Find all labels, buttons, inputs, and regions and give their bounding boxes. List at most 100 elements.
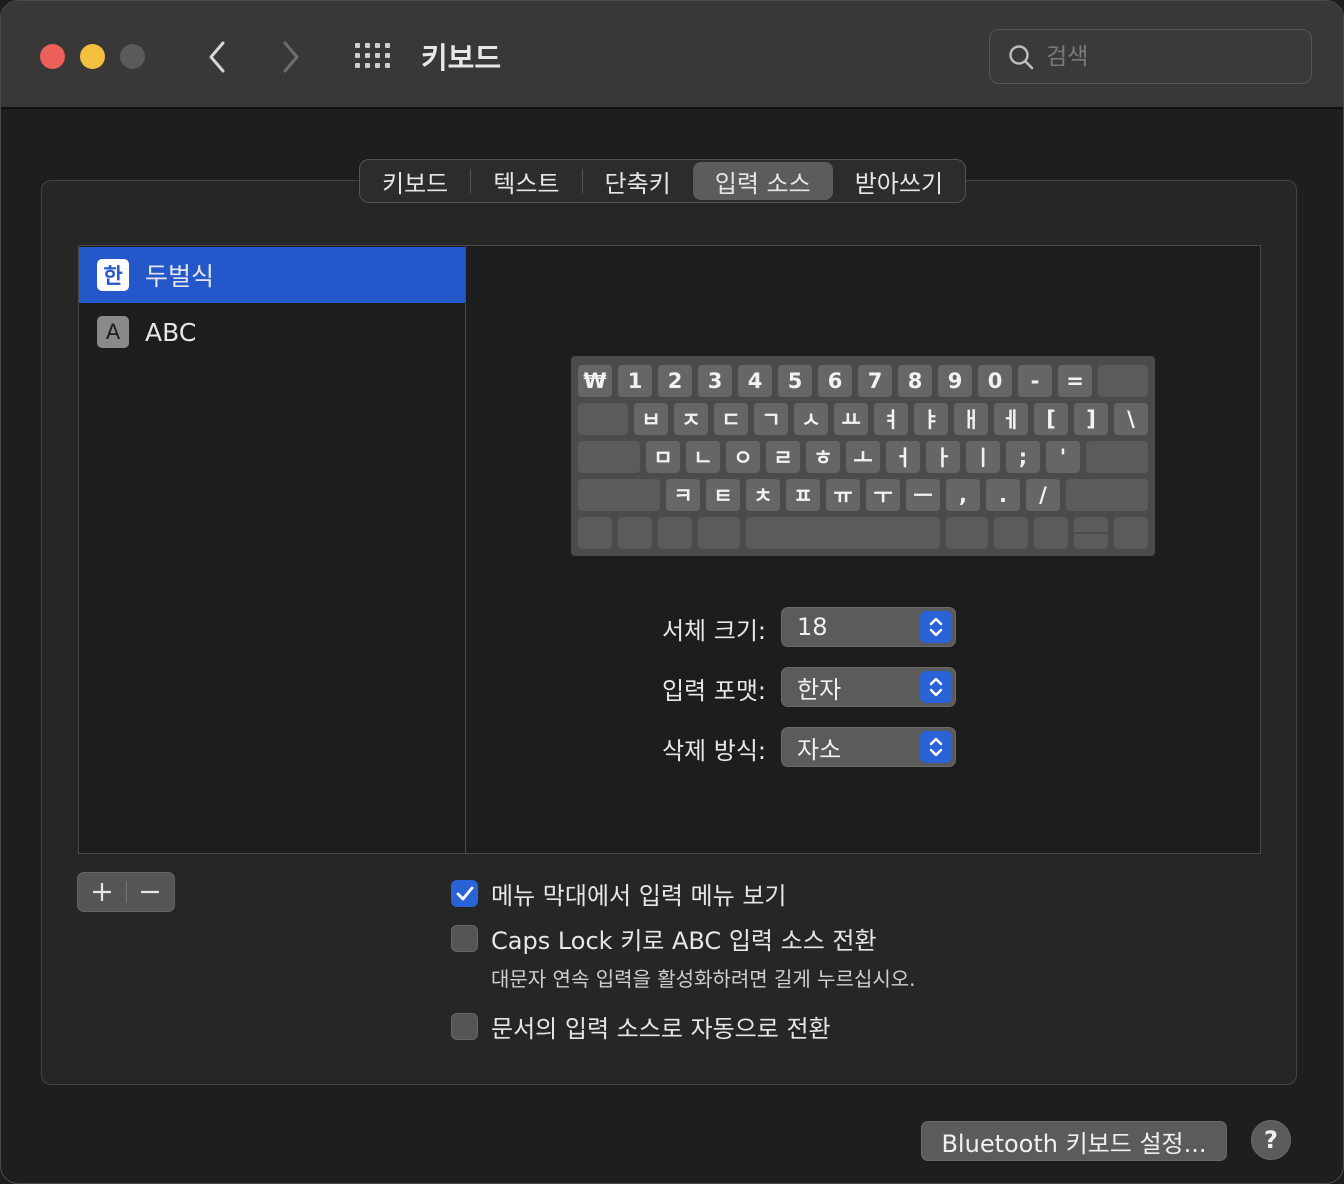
abc-source-icon: A — [97, 316, 129, 348]
tab-dictation[interactable]: 받아쓰기 — [833, 160, 965, 202]
back-button[interactable] — [197, 35, 237, 79]
caps-lock-switch-option[interactable]: Caps Lock 키로 ABC 입력 소스 전환 — [451, 921, 877, 956]
keyboard-key: ㅛ — [834, 403, 868, 435]
keyboard-key: / — [1026, 479, 1060, 511]
keyboard-key: ₩ — [578, 365, 612, 397]
keyboard-key — [1114, 517, 1148, 549]
keyboard-key: ㅌ — [706, 479, 740, 511]
tab-shortcuts[interactable]: 단축키 — [583, 160, 693, 202]
bluetooth-keyboard-setup-button[interactable]: Bluetooth 키보드 설정... — [921, 1121, 1227, 1161]
keyboard-key: ㅔ — [994, 403, 1028, 435]
keyboard-key: ㅜ — [866, 479, 900, 511]
arrow-key-divider — [1074, 532, 1108, 534]
help-button[interactable]: ? — [1251, 1120, 1291, 1160]
keyboard-key — [946, 517, 988, 549]
keyboard-key: 7 — [858, 365, 892, 397]
show-all-button[interactable] — [353, 41, 393, 73]
keyboard-key — [1098, 365, 1148, 397]
delete-mode-label: 삭제 방식: — [661, 737, 766, 765]
keyboard-key: \ — [1114, 403, 1148, 435]
minimize-button[interactable] — [80, 44, 105, 69]
keyboard-key: 8 — [898, 365, 932, 397]
tab-bar: 키보드 텍스트 단축키 입력 소스 받아쓰기 — [359, 159, 967, 203]
delete-mode-value: 자소 — [797, 735, 842, 764]
caps-lock-switch-checkbox[interactable] — [451, 925, 478, 952]
keyboard-key: ㅕ — [874, 403, 908, 435]
keyboard-key — [1066, 479, 1148, 511]
keyboard-key — [578, 479, 660, 511]
add-source-button[interactable] — [78, 873, 126, 911]
delete-mode-popup[interactable]: 자소 — [781, 727, 956, 767]
add-remove-control — [77, 872, 175, 912]
keyboard-key: - — [1018, 365, 1052, 397]
search-field[interactable] — [989, 29, 1312, 84]
keyboard-key — [1086, 441, 1148, 473]
keyboard-key: ㅋ — [666, 479, 700, 511]
keyboard-key: ㅎ — [806, 441, 840, 473]
keyboard-key: ㅊ — [746, 479, 780, 511]
keyboard-key — [578, 441, 640, 473]
forward-button[interactable] — [271, 35, 311, 79]
auto-switch-checkbox[interactable] — [451, 1013, 478, 1040]
keyboard-preferences-window: 키보드 키보드 텍스트 단축키 입력 소스 받아쓰기 한 두벌식 A ABC ₩… — [0, 0, 1344, 1184]
keyboard-key: 2 — [658, 365, 692, 397]
source-item-2set-korean[interactable]: 한 두벌식 — [79, 247, 465, 303]
keyboard-key: 0 — [978, 365, 1012, 397]
keyboard-key: 4 — [738, 365, 772, 397]
keyboard-key: . — [986, 479, 1020, 511]
keyboard-key: , — [946, 479, 980, 511]
keyboard-key — [578, 403, 628, 435]
show-input-menu-checkbox[interactable] — [451, 880, 478, 907]
font-size-value: 18 — [797, 613, 828, 641]
keyboard-key — [618, 517, 652, 549]
zoom-button[interactable] — [120, 44, 145, 69]
keyboard-key: ㅠ — [826, 479, 860, 511]
keyboard-key: 9 — [938, 365, 972, 397]
source-label: 두벌식 — [145, 262, 215, 291]
source-item-abc[interactable]: A ABC — [79, 304, 465, 360]
search-icon — [1009, 44, 1034, 69]
up-down-chevron-icon — [920, 731, 952, 763]
keyboard-key: ' — [1046, 441, 1080, 473]
remove-source-button[interactable] — [126, 873, 174, 911]
font-size-popup[interactable]: 18 — [781, 607, 956, 647]
window-title: 키보드 — [421, 41, 502, 75]
tab-input-sources[interactable]: 입력 소스 — [692, 162, 833, 200]
auto-switch-option[interactable]: 문서의 입력 소스로 자동으로 전환 — [451, 1009, 831, 1044]
show-input-menu-label: 메뉴 막대에서 입력 메뉴 보기 — [491, 882, 787, 910]
tab-text[interactable]: 텍스트 — [471, 160, 581, 202]
input-format-value: 한자 — [797, 675, 842, 704]
font-size-label: 서체 크기: — [661, 617, 766, 645]
up-down-chevron-icon — [920, 611, 952, 643]
keyboard-key: ; — [1006, 441, 1040, 473]
auto-switch-label: 문서의 입력 소스로 자동으로 전환 — [491, 1015, 831, 1043]
title-bar: 키보드 — [1, 1, 1343, 109]
keyboard-key — [578, 517, 612, 549]
show-input-menu-option[interactable]: 메뉴 막대에서 입력 메뉴 보기 — [451, 876, 786, 911]
keyboard-key: ㅐ — [954, 403, 988, 435]
input-format-popup[interactable]: 한자 — [781, 667, 956, 707]
keyboard-key — [1034, 517, 1068, 549]
grid-icon — [355, 43, 360, 48]
keyboard-key: ㄱ — [754, 403, 788, 435]
keyboard-key: ㅡ — [906, 479, 940, 511]
tab-keyboard[interactable]: 키보드 — [360, 160, 470, 202]
search-input[interactable] — [1046, 43, 1286, 70]
chevron-right-icon — [283, 41, 299, 73]
keyboard-key: ㅇ — [726, 441, 760, 473]
keyboard-key: ㅂ — [634, 403, 668, 435]
keyboard-key — [746, 517, 940, 549]
keyboard-key — [658, 517, 692, 549]
keyboard-key — [994, 517, 1028, 549]
close-button[interactable] — [40, 44, 65, 69]
keyboard-key: ㄷ — [714, 403, 748, 435]
keyboard-key — [698, 517, 740, 549]
keyboard-key: ㅅ — [794, 403, 828, 435]
up-down-chevron-icon — [920, 671, 952, 703]
input-format-label: 입력 포맷: — [661, 677, 766, 705]
keyboard-key: ㄹ — [766, 441, 800, 473]
keyboard-key: ㅍ — [786, 479, 820, 511]
keyboard-key: ㅑ — [914, 403, 948, 435]
chevron-left-icon — [209, 41, 225, 73]
keyboard-key: ㅗ — [846, 441, 880, 473]
